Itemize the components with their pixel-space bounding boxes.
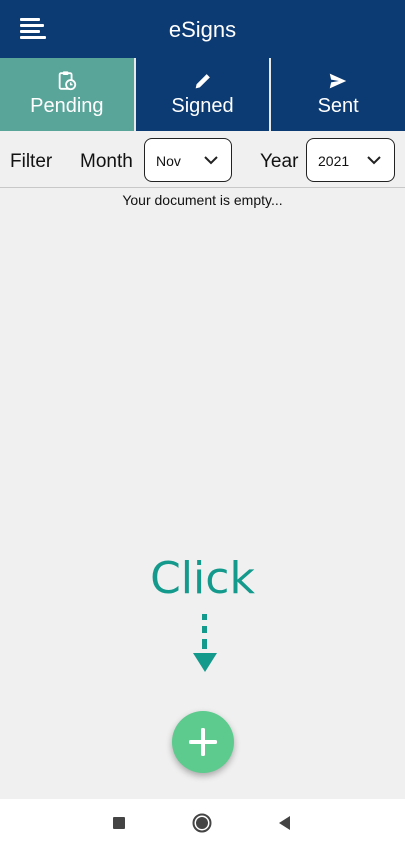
tab-signed-label: Signed bbox=[171, 95, 234, 117]
year-select[interactable]: 2021 bbox=[306, 138, 395, 182]
filter-bar: Filter Month Nov Year 2021 bbox=[0, 131, 405, 188]
add-document-button[interactable] bbox=[172, 711, 234, 773]
tab-bar: Pending Signed Sent bbox=[0, 58, 405, 131]
app-bar: eSigns bbox=[0, 0, 405, 58]
chevron-down-icon bbox=[367, 156, 381, 165]
year-value: 2021 bbox=[318, 153, 350, 169]
clipboard-clock-icon bbox=[58, 71, 76, 91]
empty-message: Your document is empty... bbox=[122, 192, 283, 208]
chevron-down-icon bbox=[204, 156, 218, 165]
tab-sent[interactable]: Sent bbox=[271, 58, 405, 131]
month-select[interactable]: Nov bbox=[144, 138, 232, 182]
tab-sent-label: Sent bbox=[317, 95, 359, 117]
circle-icon[interactable] bbox=[191, 812, 213, 834]
system-nav-bar bbox=[0, 799, 405, 848]
year-label: Year bbox=[260, 151, 299, 172]
app-title: eSigns bbox=[168, 17, 237, 42]
tab-pending-label: Pending bbox=[30, 95, 104, 117]
plus-icon bbox=[189, 728, 217, 756]
square-icon[interactable] bbox=[108, 812, 130, 834]
triangle-back-icon[interactable] bbox=[274, 812, 296, 834]
pencil-icon bbox=[195, 74, 210, 89]
month-label: Month bbox=[80, 151, 133, 172]
filter-label: Filter bbox=[10, 151, 53, 172]
tab-signed[interactable]: Signed bbox=[135, 58, 270, 131]
tab-pending[interactable]: Pending bbox=[0, 58, 134, 131]
click-hint-text: Click bbox=[150, 553, 255, 604]
send-icon bbox=[329, 73, 347, 89]
dashed-arrow-down-icon bbox=[193, 614, 217, 672]
month-value: Nov bbox=[156, 153, 181, 169]
